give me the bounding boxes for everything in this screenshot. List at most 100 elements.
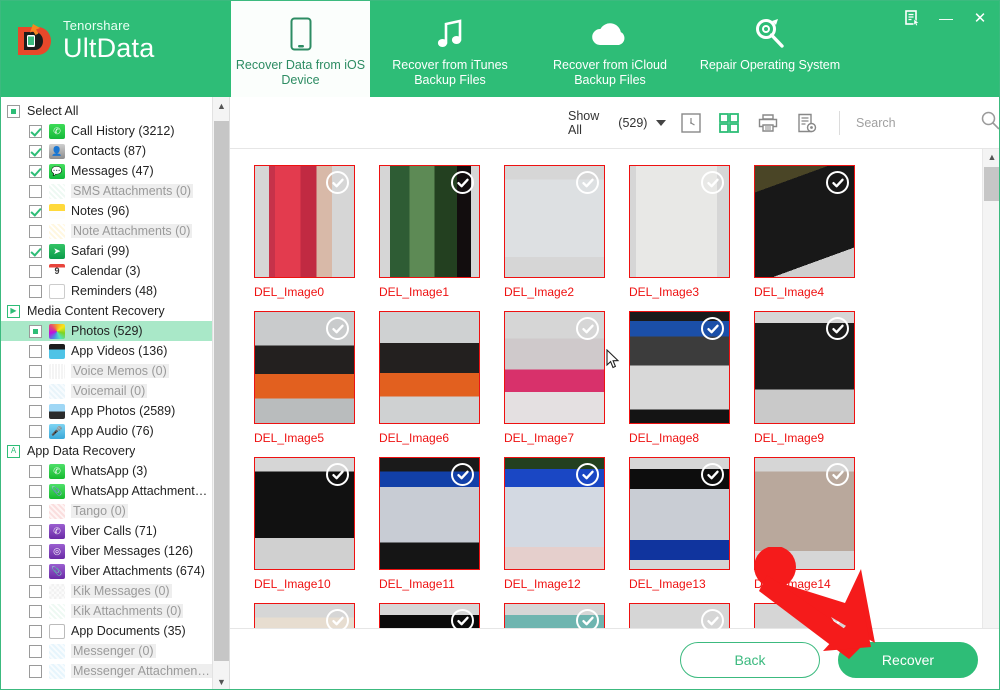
thumbnail-checkmark-icon[interactable] — [326, 463, 349, 486]
checkbox[interactable] — [29, 344, 42, 358]
checkbox[interactable] — [29, 144, 42, 158]
sidebar-item-sms-attachments-0[interactable]: SMS Attachments (0) — [1, 181, 213, 201]
thumbnail-checkmark-icon[interactable] — [451, 463, 474, 486]
checkbox[interactable] — [29, 324, 42, 338]
recover-button[interactable]: Recover — [838, 641, 978, 678]
sidebar-item-app-data-recovery[interactable]: A App Data Recovery — [1, 441, 213, 461]
thumbnail-cell[interactable]: DEL_Image12 — [492, 457, 617, 603]
sidebar-scroll-thumb[interactable] — [214, 121, 229, 661]
sidebar-item-voicemail-0[interactable]: Voicemail (0) — [1, 381, 213, 401]
sidebar-item-photos-529[interactable]: Photos (529) — [1, 321, 213, 341]
checkbox[interactable] — [29, 564, 42, 578]
thumbnail-cell[interactable]: DEL_Image3 — [617, 165, 742, 311]
sidebar-item-note-attachments-0[interactable]: Note Attachments (0) — [1, 221, 213, 241]
checkbox[interactable] — [29, 264, 42, 278]
thumbnail-checkmark-icon[interactable] — [576, 609, 599, 632]
close-button[interactable]: ✕ — [965, 5, 995, 31]
thumbnail-image[interactable] — [254, 457, 355, 570]
thumbnail-image[interactable] — [504, 311, 605, 424]
thumbnail-checkmark-icon[interactable] — [576, 463, 599, 486]
sidebar-item-tango-0[interactable]: Tango (0) — [1, 501, 213, 521]
thumbnail-cell[interactable]: DEL_Image7 — [492, 311, 617, 457]
export-settings-button[interactable] — [792, 108, 821, 138]
sidebar-item-call-history-3212[interactable]: ✆ Call History (3212) — [1, 121, 213, 141]
checkbox[interactable] — [29, 544, 42, 558]
sidebar-item-viber-attachments-674[interactable]: 📎 Viber Attachments (674) — [1, 561, 213, 581]
checkbox[interactable] — [29, 524, 42, 538]
sidebar-item-select-all[interactable]: Select All — [1, 101, 213, 121]
checkbox[interactable] — [29, 124, 42, 138]
checkbox[interactable] — [29, 364, 42, 378]
thumbnail-image[interactable] — [254, 311, 355, 424]
sidebar-scrollbar[interactable]: ▲ ▼ — [212, 97, 229, 689]
thumbnail-checkmark-icon[interactable] — [576, 171, 599, 194]
tab-recover-itunes[interactable]: Recover from iTunes Backup Files — [370, 1, 530, 97]
thumbnail-checkmark-icon[interactable] — [326, 317, 349, 340]
sidebar-item-media-content-recovery[interactable]: ▶ Media Content Recovery — [1, 301, 213, 321]
tab-recover-ios-device[interactable]: Recover Data from iOS Device — [231, 1, 370, 97]
sidebar-item-voice-memos-0[interactable]: Voice Memos (0) — [1, 361, 213, 381]
sidebar-item-contacts-87[interactable]: 👤 Contacts (87) — [1, 141, 213, 161]
show-all-dropdown[interactable]: Show All (529) — [568, 109, 667, 137]
sidebar-item-whatsapp-3[interactable]: ✆ WhatsApp (3) — [1, 461, 213, 481]
sidebar-item-app-videos-136[interactable]: App Videos (136) — [1, 341, 213, 361]
thumbnail-cell[interactable]: DEL_Image5 — [242, 311, 367, 457]
thumbnail-checkmark-icon[interactable] — [826, 463, 849, 486]
print-button[interactable] — [754, 108, 783, 138]
checkbox[interactable] — [29, 644, 42, 658]
thumbnail-checkmark-icon[interactable] — [326, 609, 349, 632]
scroll-down-icon[interactable]: ▼ — [213, 673, 229, 689]
sidebar-item-messenger-0[interactable]: Messenger (0) — [1, 641, 213, 661]
sidebar-item-messenger-attachments-0[interactable]: Messenger Attachments (0) — [1, 661, 213, 681]
back-button[interactable]: Back — [680, 641, 820, 678]
thumbnail-image[interactable] — [379, 457, 480, 570]
thumbnail-cell[interactable]: DEL_Image8 — [617, 311, 742, 457]
tab-recover-icloud[interactable]: Recover from iCloud Backup Files — [530, 1, 690, 97]
thumbnail-checkmark-icon[interactable] — [826, 609, 849, 632]
sidebar-item-app-photos-2589[interactable]: App Photos (2589) — [1, 401, 213, 421]
sidebar-item-viber-calls-71[interactable]: ✆ Viber Calls (71) — [1, 521, 213, 541]
sidebar-item-reminders-48[interactable]: ⋮ Reminders (48) — [1, 281, 213, 301]
checkbox[interactable] — [29, 664, 42, 678]
sidebar-item-calendar-3[interactable]: 9 Calendar (3) — [1, 261, 213, 281]
select-all-checkbox[interactable] — [7, 104, 20, 118]
grid-scroll-up-icon[interactable]: ▲ — [983, 149, 999, 165]
sidebar-item-notes-96[interactable]: Notes (96) — [1, 201, 213, 221]
thumbnail-cell[interactable]: DEL_Image2 — [492, 165, 617, 311]
thumbnail-checkmark-icon[interactable] — [701, 171, 724, 194]
thumbnail-checkmark-icon[interactable] — [701, 463, 724, 486]
checkbox[interactable] — [29, 404, 42, 418]
checkbox[interactable] — [29, 204, 42, 218]
search-input[interactable] — [855, 115, 976, 130]
grid-scrollbar[interactable]: ▲ ▼ — [982, 149, 999, 689]
checkbox[interactable] — [29, 484, 42, 498]
thumbnail-image[interactable] — [754, 165, 855, 278]
minimize-button[interactable]: — — [931, 5, 961, 31]
thumbnail-image[interactable] — [754, 311, 855, 424]
thumbnail-checkmark-icon[interactable] — [451, 609, 474, 632]
thumbnail-image[interactable] — [754, 457, 855, 570]
feedback-icon[interactable] — [897, 5, 927, 31]
thumbnail-image[interactable] — [629, 311, 730, 424]
thumbnail-cell[interactable]: DEL_Image13 — [617, 457, 742, 603]
thumbnail-checkmark-icon[interactable] — [576, 317, 599, 340]
thumbnail-checkmark-icon[interactable] — [451, 171, 474, 194]
thumbnail-image[interactable] — [379, 311, 480, 424]
checkbox[interactable] — [29, 604, 42, 618]
thumbnail-cell[interactable]: DEL_Image6 — [367, 311, 492, 457]
checkbox[interactable] — [29, 384, 42, 398]
sidebar-item-messages-47[interactable]: 💬 Messages (47) — [1, 161, 213, 181]
tab-repair-os[interactable]: Repair Operating System — [690, 1, 850, 97]
sidebar-item-whatsapp-attachments-1[interactable]: 📎 WhatsApp Attachments (1) — [1, 481, 213, 501]
thumbnail-checkmark-icon[interactable] — [326, 171, 349, 194]
thumbnail-checkmark-icon[interactable] — [701, 609, 724, 632]
checkbox[interactable] — [29, 464, 42, 478]
sidebar-item-app-audio-76[interactable]: 🎤 App Audio (76) — [1, 421, 213, 441]
checkbox[interactable] — [29, 164, 42, 178]
checkbox[interactable] — [29, 244, 42, 258]
thumbnail-image[interactable] — [504, 165, 605, 278]
thumbnail-image[interactable] — [254, 165, 355, 278]
sidebar-item-kik-messages-0[interactable]: Kik Messages (0) — [1, 581, 213, 601]
thumbnail-image[interactable] — [629, 457, 730, 570]
thumbnail-cell[interactable]: DEL_Image14 — [742, 457, 867, 603]
